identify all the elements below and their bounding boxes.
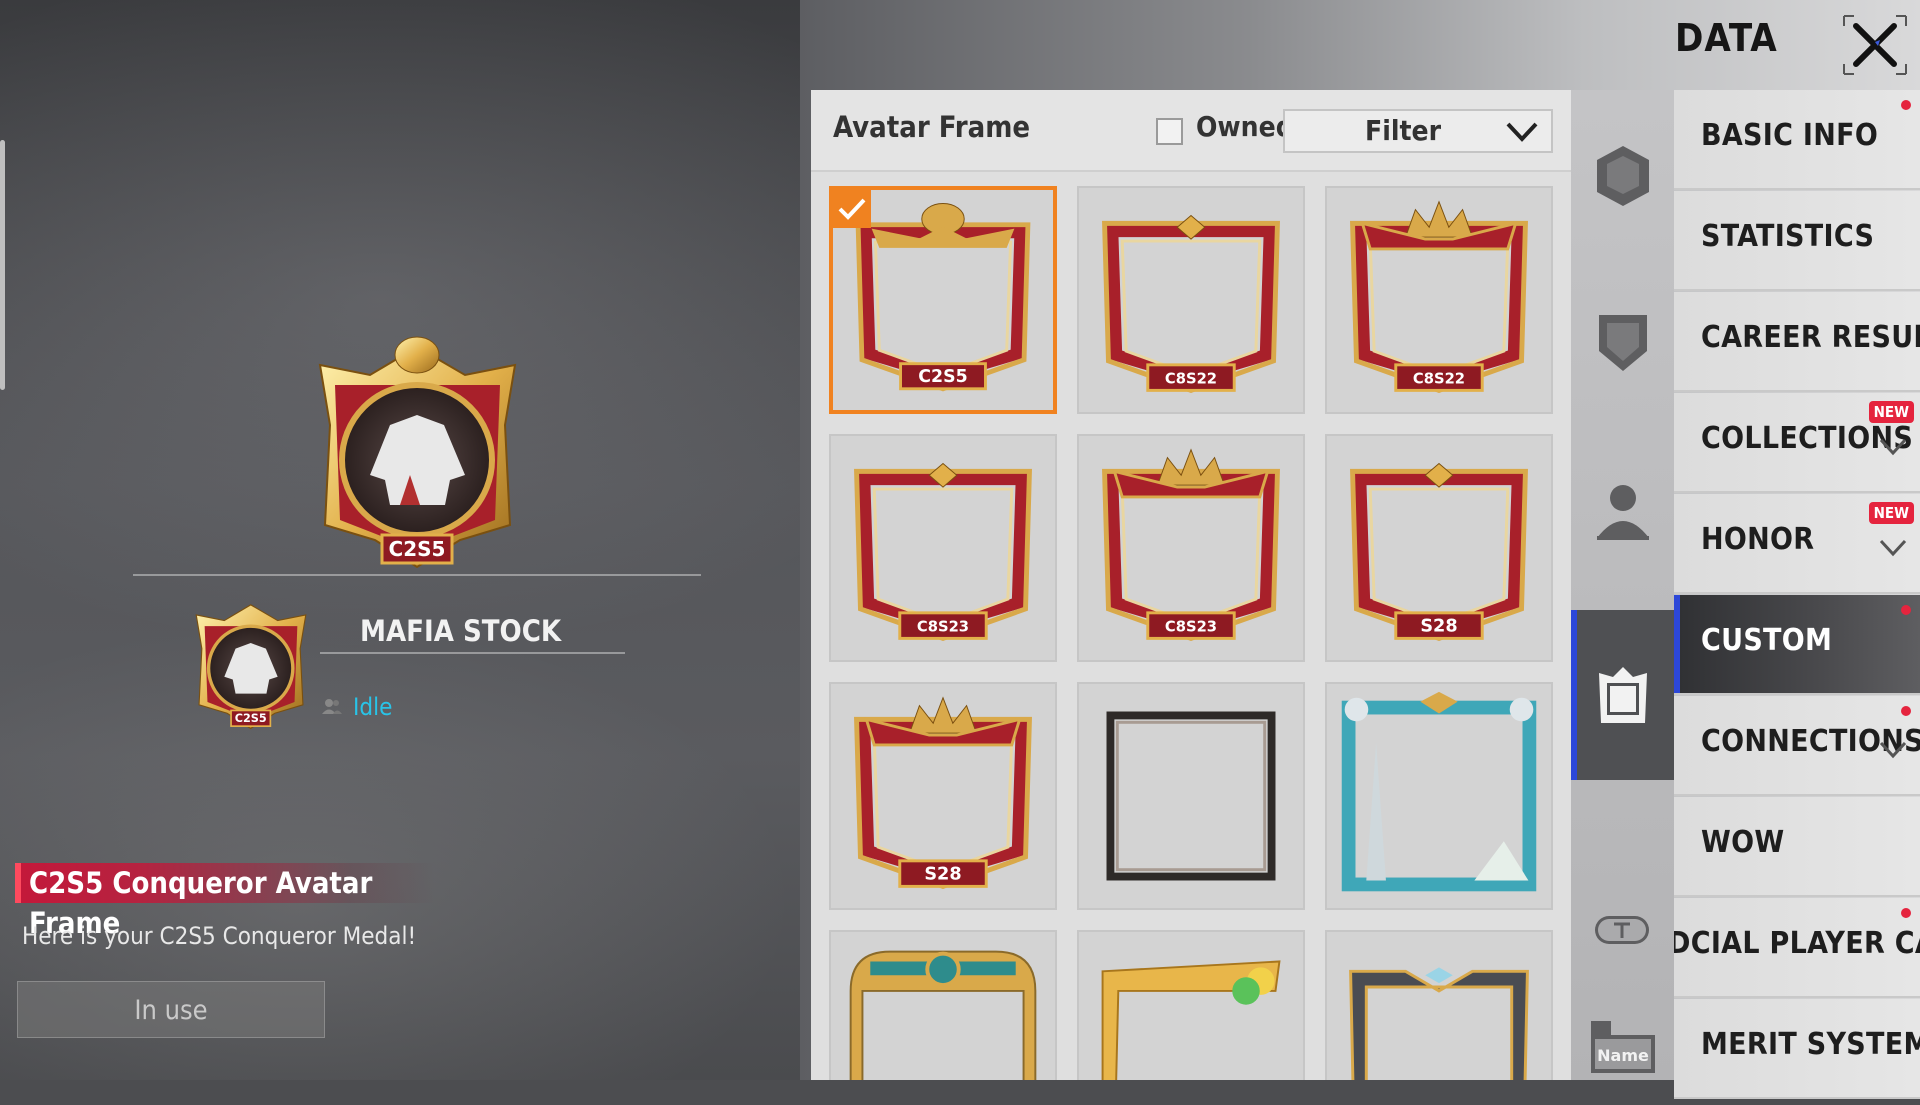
chevron-down-icon <box>1506 122 1538 142</box>
avatar-frame-item[interactable]: S28 <box>1325 434 1553 662</box>
shield-icon <box>1599 315 1647 371</box>
nameplate-icon: Name <box>1591 1021 1655 1073</box>
selected-item-description: Here is your C2S5 Conqueror Medal! <box>22 922 417 950</box>
avatar-frame-panel: Avatar Frame Owned Filter C2S5 C8S22 C8S… <box>811 90 1571 1080</box>
title-badge-icon <box>1595 916 1649 944</box>
name-underline <box>320 652 625 654</box>
close-button[interactable] <box>1840 12 1910 78</box>
avatar-frame-item[interactable]: C8S22 <box>1077 186 1305 414</box>
frame-image <box>1101 960 1281 1080</box>
menu-item-connections[interactable]: CONNECTIONS <box>1674 696 1920 796</box>
panel-header: Avatar Frame Owned Filter <box>811 90 1571 172</box>
close-icon <box>1843 15 1907 75</box>
category-icon-column: Name <box>1571 90 1674 1080</box>
selected-check-icon <box>833 190 871 228</box>
menu-item-statistics[interactable]: STATISTICS <box>1674 191 1920 291</box>
new-badge: NEW <box>1868 401 1914 423</box>
page-title: DATA <box>1675 16 1778 60</box>
svg-text:C2S5: C2S5 <box>235 712 267 725</box>
menu-item-label: HONOR <box>1701 522 1815 557</box>
left-edge-scrollbar[interactable] <box>0 140 5 390</box>
menu-item-label: CAREER RESULTS <box>1701 320 1920 355</box>
friends-icon <box>322 699 342 714</box>
chevron-down-icon <box>1879 539 1907 557</box>
menu-item-basic-info[interactable]: BASIC INFO <box>1674 90 1920 190</box>
menu-item-career-results[interactable]: CAREER RESULTS <box>1674 292 1920 392</box>
owned-label[interactable]: Owned <box>1196 110 1294 143</box>
hexagon-badge-icon <box>1597 146 1649 206</box>
frame-tag: C8S22 <box>1165 371 1217 388</box>
owned-checkbox[interactable] <box>1156 118 1183 145</box>
frame-image: C8S23 <box>854 462 1032 641</box>
avatar-frame-item[interactable] <box>1077 682 1305 910</box>
avatar-frame-item[interactable] <box>1325 930 1553 1080</box>
avatar-frame-item[interactable] <box>829 930 1057 1080</box>
frame-tag: C2S5 <box>918 367 967 387</box>
avatar-frame-item[interactable]: C8S22 <box>1325 186 1553 414</box>
category-shield[interactable] <box>1571 283 1674 403</box>
menu-item-wow[interactable]: WOW <box>1674 797 1920 897</box>
menu-item-custom[interactable]: CUSTOM <box>1674 595 1920 695</box>
menu-item-label: MERIT SYSTEM <box>1701 1027 1920 1062</box>
player-name: MAFIA STOCK <box>360 614 562 648</box>
menu-item-label: STATISTICS <box>1701 219 1875 254</box>
frame-tag: S28 <box>924 865 961 885</box>
frame-image: C8S23 <box>1102 448 1280 641</box>
frame-image: S28 <box>1350 462 1528 641</box>
menu-item-label: DCIAL PLAYER CARD <box>1674 926 1920 961</box>
avatar-frame-item[interactable] <box>1325 682 1553 910</box>
avatar-frame-item[interactable]: C8S23 <box>829 434 1057 662</box>
side-menu: BASIC INFO STATISTICS CAREER RESULTS COLLEC… <box>1674 90 1920 1099</box>
chevron-down-icon <box>1879 438 1907 456</box>
category-nameplate[interactable]: Name <box>1571 985 1674 1105</box>
menu-item-honor[interactable]: HONOR NEW <box>1674 494 1920 594</box>
menu-item-merit-system[interactable]: MERIT SYSTEM <box>1674 999 1920 1099</box>
avatar-frame-icon <box>1599 667 1647 723</box>
player-avatar[interactable]: C2S5 <box>185 598 317 733</box>
avatar-frame-item[interactable]: C8S23 <box>1077 434 1305 662</box>
player-status: Idle <box>353 693 393 721</box>
svg-text:C2S5: C2S5 <box>389 537 446 561</box>
frame-image <box>1106 711 1276 881</box>
notification-dot <box>1901 706 1911 716</box>
chevron-down-icon <box>1879 741 1907 759</box>
filter-dropdown[interactable]: Filter <box>1283 109 1553 153</box>
new-badge: NEW <box>1868 502 1914 524</box>
notification-dot <box>1901 908 1911 918</box>
category-hexagon[interactable] <box>1571 116 1674 236</box>
frame-tag: C8S23 <box>917 619 969 636</box>
selected-item-title: C2S5 Conqueror Avatar Frame <box>15 863 435 940</box>
avatar-frame-item[interactable] <box>1077 930 1305 1080</box>
notification-dot <box>1901 100 1911 110</box>
panel-title: Avatar Frame <box>833 110 1031 144</box>
divider <box>133 574 701 576</box>
menu-item-collections[interactable]: COLLECTIONS NEW <box>1674 393 1920 493</box>
frame-image <box>849 950 1037 1080</box>
notification-dot <box>1901 605 1911 615</box>
frame-tag: C8S22 <box>1413 371 1465 388</box>
category-avatar-frame[interactable] <box>1571 610 1674 780</box>
menu-item-label: CUSTOM <box>1701 623 1833 658</box>
in-use-button[interactable]: In use <box>17 981 325 1038</box>
menu-item-label: BASIC INFO <box>1701 118 1879 153</box>
person-icon <box>1597 485 1649 540</box>
category-person[interactable] <box>1571 450 1674 570</box>
frame-image <box>1341 691 1537 892</box>
menu-item-dcial-player-card[interactable]: DCIAL PLAYER CARD <box>1674 898 1920 998</box>
filter-label: Filter <box>1365 114 1442 147</box>
frame-tag: C8S23 <box>1165 619 1217 636</box>
svg-text:Name: Name <box>1597 1046 1649 1065</box>
frame-image: C8S22 <box>1102 214 1280 393</box>
avatar-frame-item[interactable]: C2S5 <box>829 186 1057 414</box>
frame-tag: S28 <box>1420 617 1457 637</box>
frame-image <box>1349 967 1529 1080</box>
menu-item-label: WOW <box>1701 825 1785 860</box>
category-title-badge[interactable] <box>1571 870 1674 990</box>
avatar-medal-preview: C2S5 <box>300 335 535 575</box>
avatar-frame-item[interactable]: S28 <box>829 682 1057 910</box>
frame-image: S28 <box>854 696 1032 889</box>
frame-image: C8S22 <box>1350 200 1528 393</box>
